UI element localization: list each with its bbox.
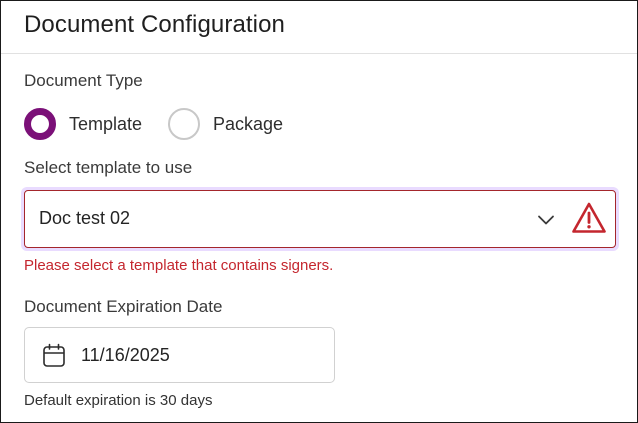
calendar-icon[interactable] [42, 343, 66, 369]
radio-package-indicator[interactable] [168, 108, 200, 140]
chevron-down-icon[interactable] [537, 211, 555, 229]
panel-title: Document Configuration [24, 11, 286, 38]
expiration-date-field[interactable] [24, 327, 335, 383]
template-select[interactable]: Doc test 02 [24, 190, 616, 248]
document-type-label: Document Type [24, 71, 143, 90]
expiration-date-input[interactable] [81, 343, 301, 367]
expiration-date-label: Document Expiration Date [24, 297, 223, 316]
warning-icon [572, 202, 606, 233]
expiration-hint: Default expiration is 30 days [24, 392, 213, 409]
template-select-error: Please select a template that contains s… [24, 257, 334, 274]
template-select-focus-ring: Doc test 02 [21, 187, 619, 251]
panel-header: Document Configuration [1, 1, 637, 54]
radio-template-label[interactable]: Template [69, 114, 142, 135]
radio-package-label[interactable]: Package [213, 114, 283, 135]
document-configuration-panel: Document Configuration Document Type Tem… [0, 0, 638, 423]
select-template-label: Select template to use [24, 158, 193, 177]
template-select-value: Doc test 02 [39, 208, 131, 228]
radio-template-indicator[interactable] [24, 108, 56, 140]
